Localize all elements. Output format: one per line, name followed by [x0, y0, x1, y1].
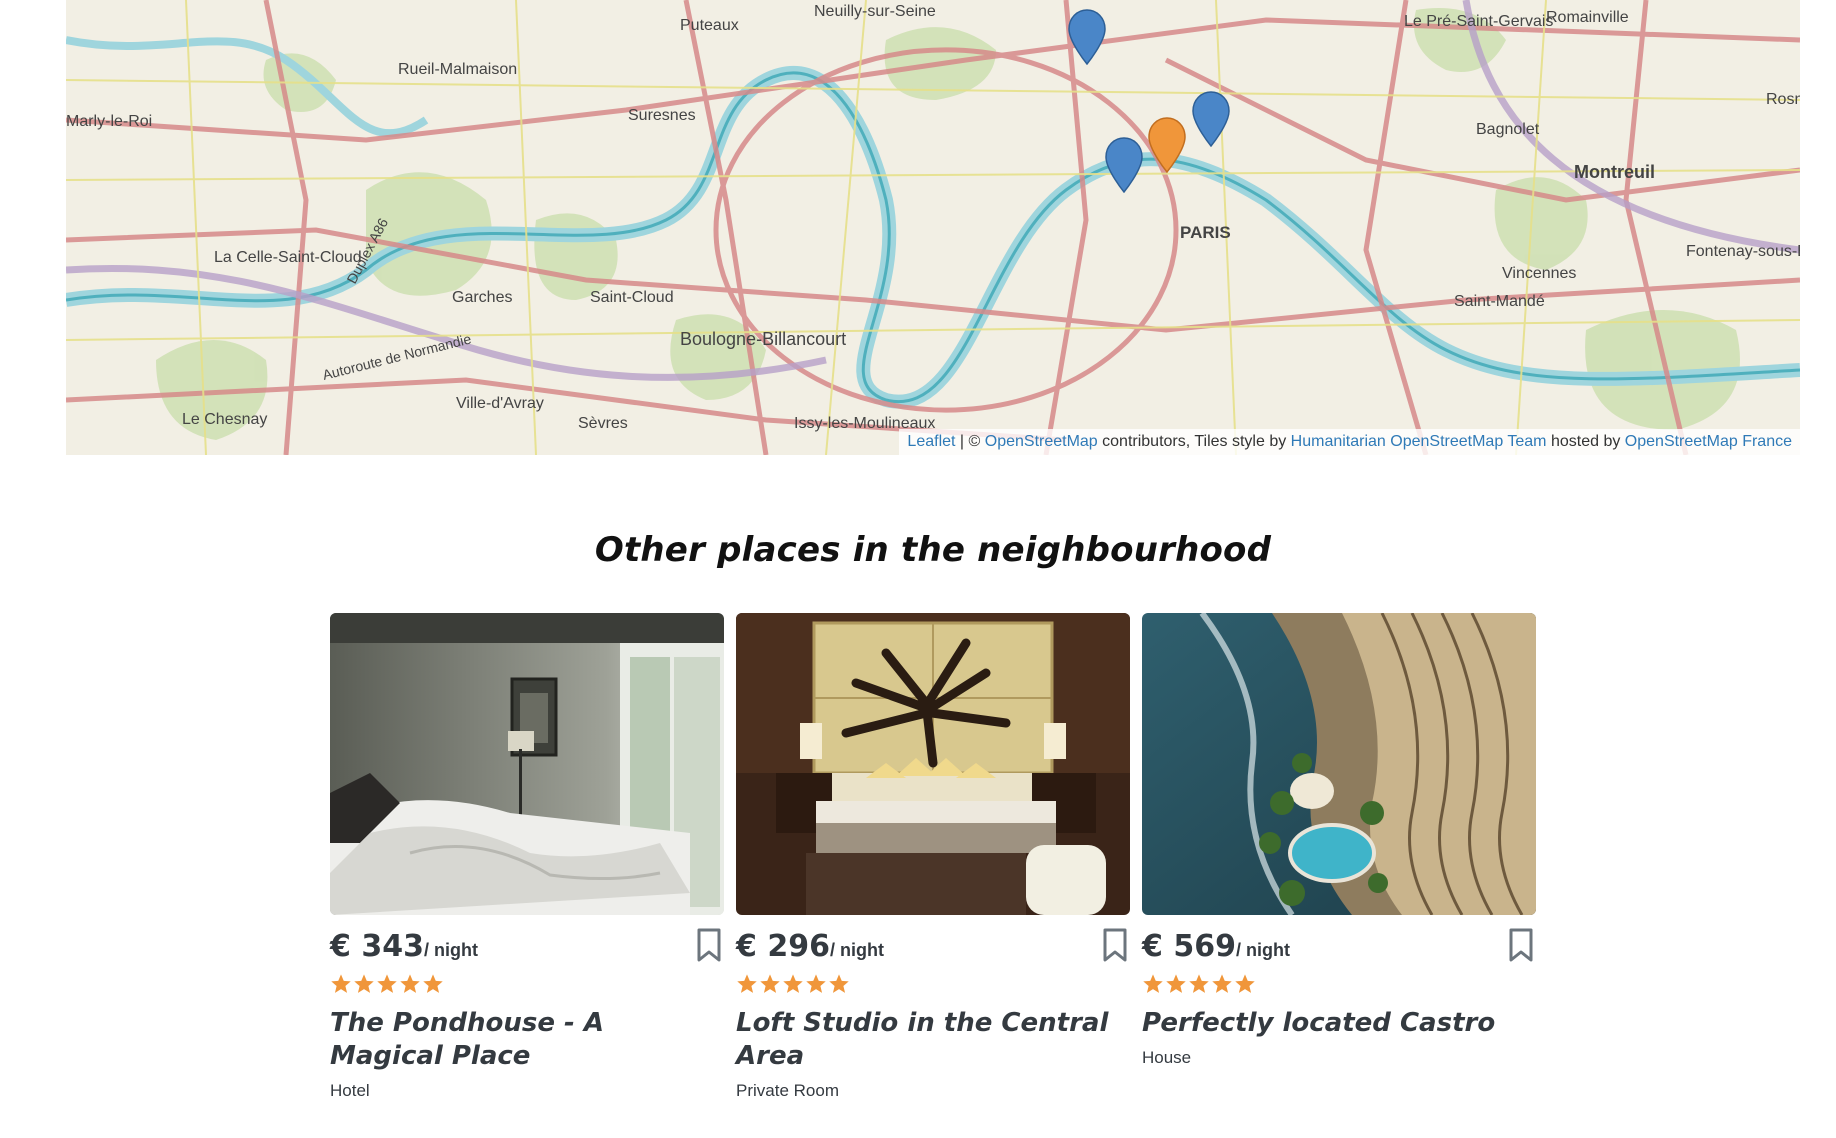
- price-value: € 296: [736, 929, 830, 964]
- place-label: Saint-Cloud: [590, 289, 674, 306]
- star-icon: [805, 973, 827, 995]
- listing-price: € 569/ night: [1142, 929, 1290, 964]
- star-rating: [330, 973, 724, 999]
- price-value: € 343: [330, 929, 424, 964]
- star-icon: [736, 973, 758, 995]
- star-icon: [1142, 973, 1164, 995]
- bookmark-icon[interactable]: [1100, 927, 1130, 963]
- map-attribution: Leaflet | © OpenStreetMap contributors, …: [899, 429, 1800, 455]
- star-icon: [828, 973, 850, 995]
- listing-price: € 296/ night: [736, 929, 884, 964]
- leaflet-link[interactable]: Leaflet: [907, 433, 955, 450]
- attribution-text: hosted by: [1546, 433, 1625, 450]
- listing-price: € 343/ night: [330, 929, 478, 964]
- price-unit: / night: [423, 940, 478, 960]
- listing-type: Private Room: [736, 1081, 839, 1100]
- place-label: Boulogne-Billancourt: [680, 329, 846, 349]
- place-label: La Celle-Saint-Cloud: [214, 249, 362, 266]
- section-heading: Other places in the neighbourhood: [594, 530, 1272, 570]
- place-label: Marly-le-Roi: [66, 113, 152, 130]
- location-map[interactable]: Puteaux Neuilly-sur-Seine Le Pré-Saint-G…: [66, 0, 1800, 455]
- star-icon: [353, 973, 375, 995]
- listing-photo[interactable]: [736, 613, 1130, 915]
- place-label: Sèvres: [578, 415, 628, 432]
- place-label: Montreuil: [1574, 162, 1655, 182]
- star-icon: [376, 973, 398, 995]
- hot-link[interactable]: Humanitarian OpenStreetMap Team: [1291, 433, 1547, 450]
- star-rating: [736, 973, 1130, 999]
- osm-france-link[interactable]: OpenStreetMap France: [1625, 433, 1792, 450]
- openstreetmap-link[interactable]: OpenStreetMap: [985, 433, 1098, 450]
- listing-card[interactable]: € 569/ night Perfectly located Castro Ho…: [1142, 613, 1536, 1068]
- star-rating: [1142, 973, 1536, 999]
- star-icon: [1165, 973, 1187, 995]
- listing-title[interactable]: Perfectly located Castro: [1142, 1007, 1536, 1040]
- price-unit: / night: [1235, 940, 1290, 960]
- listing-type: Hotel: [330, 1081, 370, 1100]
- attribution-text: | ©: [955, 433, 985, 450]
- map-tiles: Puteaux Neuilly-sur-Seine Le Pré-Saint-G…: [66, 0, 1800, 455]
- place-label: Romainville: [1546, 9, 1629, 26]
- place-label: Rosny: [1766, 91, 1800, 108]
- listing-card[interactable]: € 343/ night The Pondhouse - A Magical P…: [330, 613, 724, 1101]
- place-label: Suresnes: [628, 107, 696, 124]
- place-label: Garches: [452, 289, 512, 306]
- star-icon: [1188, 973, 1210, 995]
- bookmark-icon[interactable]: [1506, 927, 1536, 963]
- listing-title[interactable]: Loft Studio in the Central Area: [736, 1007, 1130, 1073]
- place-label: Rueil-Malmaison: [398, 61, 517, 78]
- place-label: Bagnolet: [1476, 121, 1540, 138]
- attribution-text: contributors, Tiles style by: [1097, 433, 1291, 450]
- place-label: Fontenay-sous-Bois: [1686, 243, 1800, 260]
- price-unit: / night: [829, 940, 884, 960]
- place-label: Neuilly-sur-Seine: [814, 3, 936, 20]
- place-label: Le Pré-Saint-Gervais: [1404, 13, 1553, 30]
- star-icon: [1211, 973, 1233, 995]
- listing-photo[interactable]: [1142, 613, 1536, 915]
- listing-photo[interactable]: [330, 613, 724, 915]
- star-icon: [399, 973, 421, 995]
- place-label: Puteaux: [680, 17, 739, 34]
- place-label: Saint-Mandé: [1454, 293, 1545, 310]
- star-icon: [782, 973, 804, 995]
- place-label: Ville-d'Avray: [456, 395, 544, 412]
- listing-type: House: [1142, 1048, 1192, 1067]
- bookmark-icon[interactable]: [694, 927, 724, 963]
- place-label: Vincennes: [1502, 265, 1576, 282]
- listing-title[interactable]: The Pondhouse - A Magical Place: [330, 1007, 724, 1073]
- star-icon: [1234, 973, 1256, 995]
- star-icon: [330, 973, 352, 995]
- listing-card[interactable]: € 296/ night Loft Studio in the Central …: [736, 613, 1130, 1101]
- place-label: PARIS: [1180, 223, 1231, 242]
- star-icon: [422, 973, 444, 995]
- place-label: Le Chesnay: [182, 411, 267, 428]
- price-value: € 569: [1142, 929, 1236, 964]
- star-icon: [759, 973, 781, 995]
